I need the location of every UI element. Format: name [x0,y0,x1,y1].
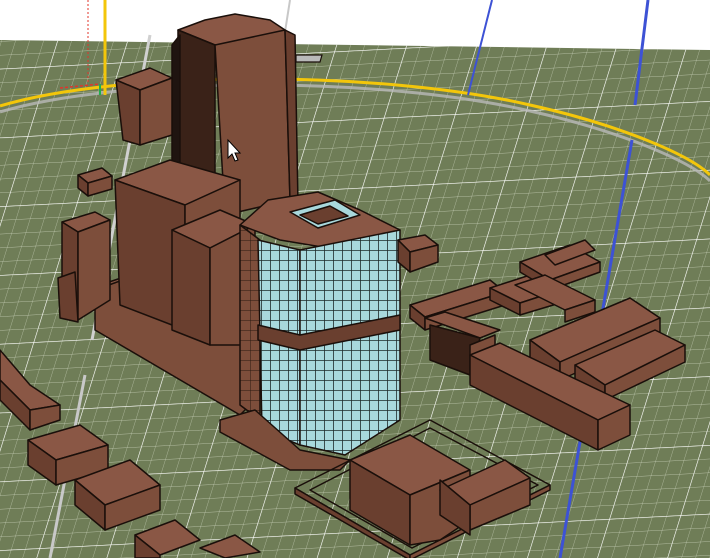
scene-canvas[interactable] [0,0,710,558]
3d-model-viewport[interactable] [0,0,710,558]
tower-fin [295,54,323,63]
low-block-upper-left [115,67,173,146]
glass-curtain-tower [219,191,401,471]
